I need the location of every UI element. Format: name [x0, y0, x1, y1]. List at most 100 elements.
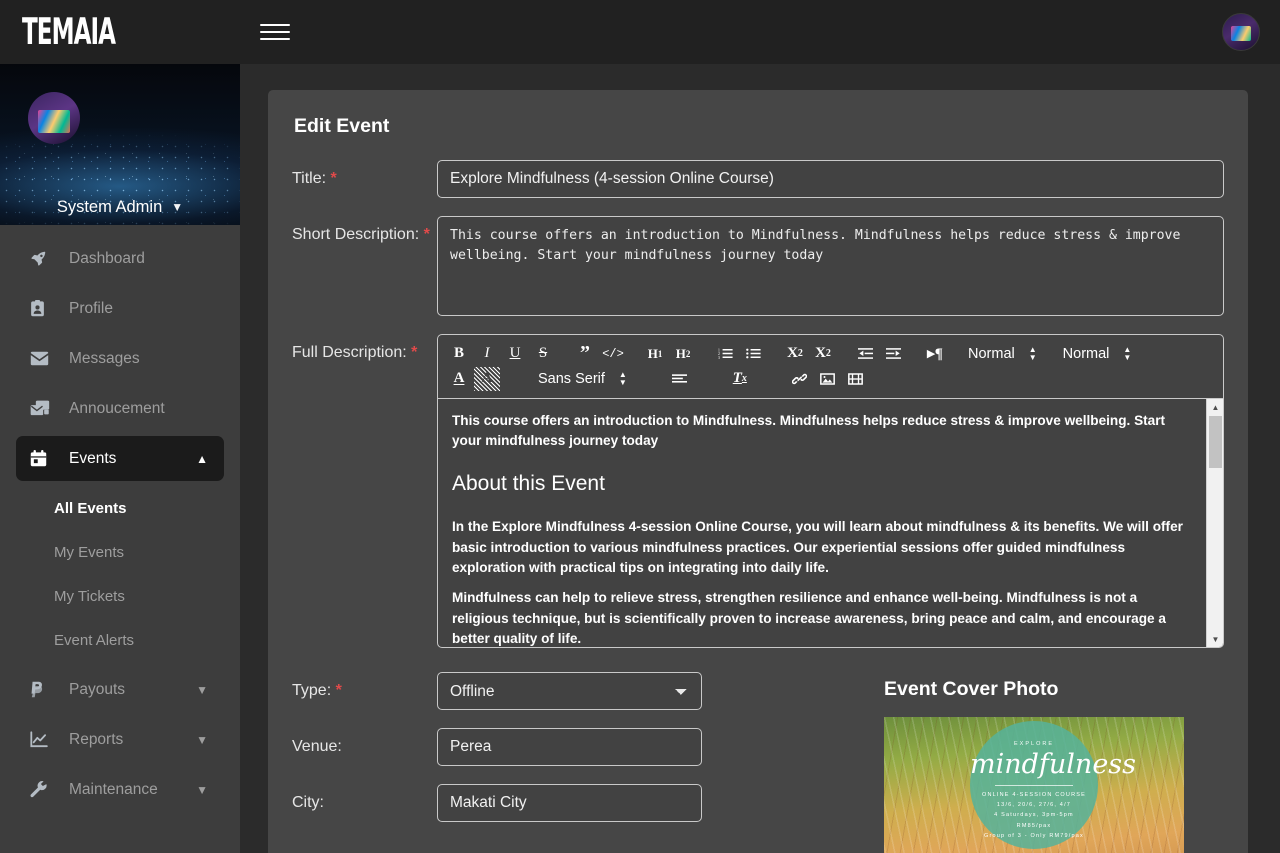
required-asterisk: * [423, 226, 430, 243]
paragraph-1-prefix: In the [452, 519, 493, 535]
editor-toolbar-row-2: A A Sans Serif ▲ ▼ Tx [446, 366, 1215, 391]
app-logo[interactable]: TEMAIA [22, 14, 116, 50]
chevron-down-icon: ▼ [196, 732, 208, 747]
link-icon[interactable] [787, 367, 813, 391]
subscript-icon[interactable]: X2 [782, 342, 808, 366]
blockquote-icon[interactable]: ” [572, 342, 598, 366]
hamburger-line [260, 31, 290, 33]
font-size-value: Normal [1062, 345, 1110, 362]
title-input[interactable] [437, 160, 1224, 198]
ordered-list-icon[interactable]: 123 [712, 342, 738, 366]
sidebar-avatar[interactable] [28, 92, 80, 144]
clear-formatting-icon[interactable]: Tx [727, 367, 753, 391]
italic-icon[interactable]: I [474, 342, 500, 366]
type-select[interactable]: Offline Online [437, 672, 702, 710]
user-avatar[interactable] [1222, 13, 1260, 51]
sidebar-item-label: Messages [69, 349, 140, 367]
heading-format-select[interactable]: Normal ▲ ▼ [964, 345, 1041, 362]
chevron-up-icon: ▲ [196, 451, 208, 466]
short-description-textarea[interactable]: This course offers an introduction to Mi… [437, 216, 1224, 316]
bottom-section: Type: * Offline Online Venue: [292, 672, 1224, 853]
required-asterisk: * [411, 344, 418, 361]
video-icon[interactable] [843, 367, 869, 391]
city-input[interactable] [437, 784, 702, 822]
sidebar-item-label: Annoucement [69, 399, 165, 417]
heading-2-icon[interactable]: H2 [670, 342, 696, 366]
badge-line-1: 13/6, 20/6, 27/6, 4/7 [996, 802, 1072, 809]
code-block-icon[interactable]: </> [600, 342, 626, 366]
sidebar-item-dashboard[interactable]: Dashboard [16, 236, 224, 281]
sidebar-subitem-label: Event Alerts [54, 631, 135, 649]
calendar-icon [30, 450, 56, 467]
wrench-icon [30, 781, 56, 798]
venue-label: Venue: [292, 728, 437, 766]
sidebar-item-profile[interactable]: Profile [16, 286, 224, 331]
sidebar-item-annoucement[interactable]: Annoucement [16, 386, 224, 431]
sidebar-item-messages[interactable]: Messages [16, 336, 224, 381]
badge-subtitle: ONLINE 4-SESSION COURSE [981, 792, 1086, 798]
sidebar-item-reports[interactable]: Reports ▼ [16, 717, 224, 762]
heading-1-icon[interactable]: H1 [642, 342, 668, 366]
field-row-title: Title: * [292, 160, 1224, 198]
editor-content[interactable]: This course offers an introduction to Mi… [438, 399, 1206, 647]
title-label-text: Title: [292, 170, 327, 187]
superscript-icon[interactable]: X2 [810, 342, 836, 366]
font-color-icon[interactable]: A [446, 367, 472, 391]
underline-icon[interactable]: U [502, 342, 528, 366]
strikethrough-icon[interactable]: S [530, 342, 556, 366]
profile-name-dropdown[interactable]: System Admin ▼ [0, 189, 240, 225]
field-row-venue: Venue: [292, 728, 852, 766]
scrollbar-thumb[interactable] [1209, 416, 1222, 468]
sidebar-item-label: Profile [69, 299, 113, 317]
badge-script-text: mindfulness [970, 749, 1137, 780]
sidebar-item-label: Payouts [69, 680, 126, 698]
cover-photo-title: Event Cover Photo [884, 678, 1059, 700]
type-label-text: Type: [292, 682, 332, 699]
editor-scrollbar[interactable]: ▲ ▼ [1206, 399, 1223, 647]
editor-body[interactable]: This course offers an introduction to Mi… [437, 398, 1224, 648]
scroll-up-icon[interactable]: ▲ [1207, 399, 1223, 415]
editor-toolbar: B I U S ” </> H1 H2 123 X 2 X 2 ▸¶ Norma… [437, 334, 1224, 398]
text-direction-icon[interactable]: ▸¶ [922, 342, 948, 366]
cover-photo-image[interactable]: EXPLORE mindfulness ONLINE 4-SESSION COU… [884, 717, 1184, 853]
sidebar-item-maintenance[interactable]: Maintenance ▼ [16, 767, 224, 812]
edit-event-card: Edit Event Title: * Short Description: *… [268, 90, 1248, 853]
updown-icon: ▲ ▼ [1123, 344, 1132, 362]
badge-line-3: RM85/pax [1016, 822, 1052, 829]
scroll-down-icon[interactable]: ▼ [1207, 631, 1223, 647]
sidebar-subitem-my-events[interactable]: My Events [0, 530, 240, 574]
bold-icon[interactable]: B [446, 342, 472, 366]
outdent-icon[interactable] [852, 342, 878, 366]
paypal-icon [30, 681, 56, 698]
short-description-label: Short Description: * [292, 216, 437, 316]
sidebar-subitem-event-alerts[interactable]: Event Alerts [0, 618, 240, 662]
align-icon[interactable] [667, 367, 693, 391]
editor-paragraph-2: Mindfulness can help to relieve stress, … [452, 590, 1166, 647]
city-label-text: City: [292, 794, 324, 811]
sidebar-subitem-my-tickets[interactable]: My Tickets [0, 574, 240, 618]
sidebar-profile-block: System Admin ▼ [0, 64, 240, 225]
font-size-select[interactable]: Normal ▲ ▼ [1059, 344, 1136, 362]
bullet-list-icon[interactable] [740, 342, 766, 366]
envelope-icon [30, 351, 56, 366]
updown-icon: ▲ ▼ [618, 369, 627, 387]
indent-icon[interactable] [880, 342, 906, 366]
sidebar-item-events[interactable]: Events ▲ [16, 436, 224, 481]
image-icon[interactable] [815, 367, 841, 391]
field-row-type: Type: * Offline Online [292, 672, 852, 710]
venue-input[interactable] [437, 728, 702, 766]
sidebar-subitem-label: All Events [54, 499, 127, 517]
font-family-select[interactable]: Sans Serif ▲ ▼ [534, 369, 631, 387]
hamburger-line [260, 24, 290, 26]
badge-line-2: 4 Saturdays, 3pm-5pm [994, 812, 1074, 819]
font-family-value: Sans Serif [538, 370, 605, 387]
type-label: Type: * [292, 672, 437, 710]
hamburger-icon[interactable] [260, 17, 290, 47]
chevron-down-icon: ▼ [171, 200, 184, 214]
background-color-icon[interactable]: A [474, 366, 500, 391]
full-description-label-text: Full Description: [292, 344, 407, 361]
sidebar-subitem-all-events[interactable]: All Events [0, 486, 240, 530]
editor-intro-paragraph: This course offers an introduction to Mi… [452, 413, 1166, 449]
logo-container: TEMAIA [0, 0, 240, 64]
sidebar-item-payouts[interactable]: Payouts ▼ [16, 667, 224, 712]
